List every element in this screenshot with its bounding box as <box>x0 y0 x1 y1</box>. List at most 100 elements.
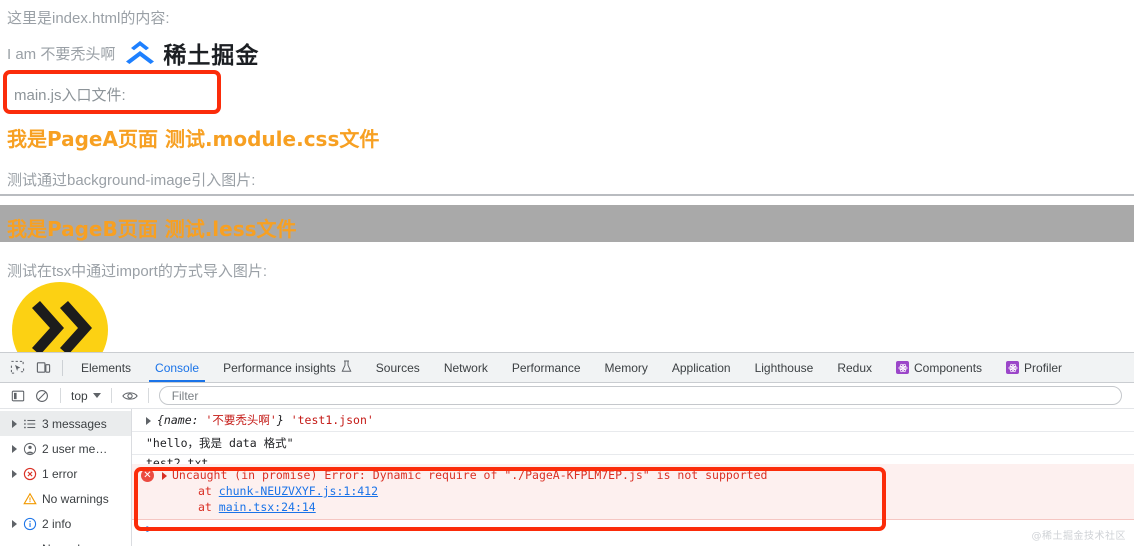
stack-prefix: at <box>198 484 219 498</box>
index-html-heading: 这里是index.html的内容: <box>7 10 170 27</box>
tab-label: Application <box>671 360 731 375</box>
object-close: } <box>276 413 284 427</box>
sidebar-item-label: No verbose <box>42 542 103 546</box>
device-toolbar-icon[interactable] <box>30 355 56 381</box>
tab-sources[interactable]: Sources <box>364 353 432 382</box>
tab-application[interactable]: Application <box>660 353 743 382</box>
horizontal-divider <box>0 194 1134 196</box>
sidebar-item-label: No warnings <box>42 491 109 506</box>
tab-label: Console <box>155 360 200 375</box>
sidebar-item-label: 1 error <box>42 466 78 481</box>
web-page-content: 这里是index.html的内容: I am 不要秃头啊 稀土掘金 main.j… <box>0 0 1134 352</box>
list-icon <box>22 416 37 431</box>
sidebar-item-label: 2 user me… <box>42 441 108 456</box>
tab-label: Sources <box>375 360 420 375</box>
live-expressions-icon[interactable] <box>118 385 142 407</box>
expand-triangle-icon[interactable] <box>12 519 17 528</box>
tab-label: Redux <box>837 360 872 375</box>
object-value: '不要秃头啊' <box>205 413 277 427</box>
flask-icon <box>341 360 352 375</box>
expand-triangle-icon[interactable] <box>12 469 17 478</box>
object-preview: {name: <box>157 413 206 427</box>
toolbar-divider <box>110 388 112 403</box>
verbose-icon <box>22 541 37 546</box>
stack-link[interactable]: main.tsx:24:14 <box>219 500 316 514</box>
console-message-hidden[interactable]: test2.txt <box>132 455 1134 464</box>
tab-label: Network <box>443 360 488 375</box>
tab-label: Memory <box>604 360 648 375</box>
warning-icon <box>22 491 37 506</box>
expand-triangle-icon[interactable] <box>146 416 151 425</box>
background-image-text: 测试通过background-image引入图片: <box>7 172 256 189</box>
pagea-heading: 我是PageA页面 测试.module.css文件 <box>7 127 380 151</box>
console-filter[interactable] <box>158 386 1122 405</box>
error-icon <box>22 466 37 481</box>
tab-lighthouse[interactable]: Lighthouse <box>743 353 826 382</box>
inspect-element-icon[interactable] <box>4 355 30 381</box>
imported-image <box>12 282 108 352</box>
user-icon <box>22 441 37 456</box>
i-am-text: I am 不要秃头啊 <box>7 45 116 63</box>
show-console-sidebar-icon[interactable] <box>6 385 30 407</box>
tab-performance[interactable]: Performance <box>500 353 593 382</box>
error-stack-line: at main.tsx:24:14 <box>162 499 1134 515</box>
expand-triangle-icon[interactable] <box>162 471 167 480</box>
sidebar-item-info[interactable]: 2 info <box>0 511 131 536</box>
tab-console[interactable]: Console <box>143 353 211 382</box>
sidebar-item-label: 3 messages <box>42 416 107 431</box>
tab-label: Elements <box>81 360 132 375</box>
expand-triangle-icon[interactable] <box>12 444 17 453</box>
tab-label: Performance <box>511 360 581 375</box>
brand-row: I am 不要秃头啊 稀土掘金 <box>7 36 259 70</box>
react-icon <box>896 361 909 374</box>
tab-label: Profiler <box>1024 360 1063 375</box>
tab-redux[interactable]: Redux <box>825 353 884 382</box>
toolbar-divider <box>62 359 63 376</box>
watermark: @稀土掘金技术社区 <box>1031 531 1126 542</box>
message-source: 'test1.json' <box>290 413 374 427</box>
console-message-string[interactable]: "hello，我是 data 格式" <box>132 432 1134 455</box>
message-text: "hello，我是 data 格式" <box>146 436 294 450</box>
react-icon <box>1006 361 1020 374</box>
sidebar-item-verbose[interactable]: No verbose <box>0 536 131 546</box>
console-sidebar: 3 messages 2 user me… 1 error No warning… <box>0 409 132 546</box>
message-text: test2.txt <box>146 456 209 464</box>
stack-prefix: at <box>198 500 219 514</box>
juejin-logo-icon <box>123 40 157 66</box>
sidebar-item-warnings[interactable]: No warnings <box>0 486 131 511</box>
console-output: {name: '不要秃头啊'} 'test1.json' "hello，我是 d… <box>132 409 1134 546</box>
toolbar-divider <box>60 388 61 403</box>
stack-link[interactable]: chunk-NEUZVXYF.js:1:412 <box>219 484 378 498</box>
execution-context-selector[interactable]: top <box>67 389 105 403</box>
sidebar-item-label: 2 info <box>42 516 72 531</box>
tab-performance-insights[interactable]: Performance insights <box>211 353 364 382</box>
tab-memory[interactable]: Memory <box>593 353 660 382</box>
tab-label: Lighthouse <box>754 360 814 375</box>
pageb-heading: 我是PageB页面 测试.less文件 <box>7 217 297 241</box>
expand-triangle-icon[interactable] <box>12 419 17 428</box>
sidebar-item-user-messages[interactable]: 2 user me… <box>0 436 131 461</box>
tab-components[interactable]: Components <box>884 353 994 382</box>
tab-profiler[interactable]: Profiler <box>994 353 1074 382</box>
filter-input[interactable] <box>169 387 1111 404</box>
prompt-caret: > <box>146 522 154 536</box>
clear-console-icon[interactable] <box>30 385 54 407</box>
error-text: Uncaught (in promise) Error: Dynamic req… <box>172 468 768 482</box>
console-body: 3 messages 2 user me… 1 error No warning… <box>0 409 1134 546</box>
tab-elements[interactable]: Elements <box>69 353 143 382</box>
main-js-entry-text: main.js入口文件: <box>14 87 126 104</box>
error-stack-line: at chunk-NEUZVXYF.js:1:412 <box>162 483 1134 499</box>
screenshot-root: 这里是index.html的内容: I am 不要秃头啊 稀土掘金 main.j… <box>0 0 1134 546</box>
console-error-message[interactable]: ✕ Uncaught (in promise) Error: Dynamic r… <box>132 464 1134 520</box>
sidebar-item-messages[interactable]: 3 messages <box>0 411 131 436</box>
execution-context-label: top <box>71 388 88 403</box>
toolbar-divider <box>147 388 149 403</box>
error-badge-icon: ✕ <box>141 469 154 482</box>
tab-label: Components <box>914 360 983 375</box>
tab-network[interactable]: Network <box>432 353 500 382</box>
console-prompt[interactable]: > <box>132 520 1134 538</box>
sidebar-item-errors[interactable]: 1 error <box>0 461 131 486</box>
chevron-down-icon <box>92 393 101 398</box>
console-message-object[interactable]: {name: '不要秃头啊'} 'test1.json' <box>132 409 1134 432</box>
console-toolbar: top <box>0 383 1134 409</box>
